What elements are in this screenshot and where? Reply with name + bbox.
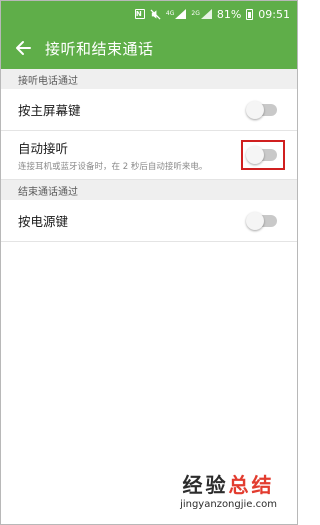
toggle-track — [246, 146, 277, 164]
setting-text: 自动接听 连接耳机或蓝牙设备时，在 2 秒后自动接听来电。 — [18, 138, 207, 172]
toggle-thumb — [246, 211, 264, 230]
watermark-logo: 经验总结 — [180, 469, 277, 498]
mute-icon — [150, 8, 161, 20]
setting-label-home-key: 按主屏幕键 — [18, 103, 81, 118]
auto-answer-toggle[interactable] — [241, 140, 285, 170]
status-bar: N 4G 2G 81% 09:51 — [1, 1, 297, 27]
arrow-left-icon — [16, 41, 31, 55]
setting-row-auto-answer[interactable]: 自动接听 连接耳机或蓝牙设备时，在 2 秒后自动接听来电。 — [1, 131, 297, 180]
signal-2g-icon: 2G — [191, 9, 212, 19]
setting-text: 按电源键 — [18, 211, 68, 230]
setting-label-auto-answer: 自动接听 — [18, 141, 69, 156]
nfc-icon: N — [134, 9, 145, 19]
toggle-track — [246, 100, 277, 119]
setting-row-power-key[interactable]: 按电源键 — [1, 200, 297, 242]
toggle-thumb — [246, 100, 264, 119]
section-header-answer: 接听电话通过 — [1, 69, 297, 89]
clock: 09:51 — [258, 7, 290, 21]
setting-text: 按主屏幕键 — [18, 100, 81, 119]
setting-label-power-key: 按电源键 — [18, 214, 69, 229]
home-key-toggle[interactable] — [246, 100, 280, 120]
toolbar: 接听和结束通话 — [1, 27, 297, 69]
watermark: 经验总结 jingyanzongjie.com — [180, 469, 277, 510]
toggle-track — [246, 211, 277, 230]
section-header-end: 结束通话通过 — [1, 180, 297, 200]
setting-subtitle-auto-answer: 连接耳机或蓝牙设备时，在 2 秒后自动接听来电。 — [18, 162, 208, 172]
network-4g-label: 4G — [165, 10, 175, 17]
watermark-url: jingyanzongjie.com — [180, 499, 277, 510]
watermark-text-1: 经验 — [182, 473, 229, 497]
page-title: 接听和结束通话 — [45, 39, 154, 58]
setting-row-home-key[interactable]: 按主屏幕键 — [1, 89, 297, 131]
network-2g-label: 2G — [191, 10, 200, 17]
battery-icon — [246, 8, 254, 20]
battery-percent: 81% — [216, 7, 242, 21]
signal-4g-icon: 4G — [165, 9, 187, 19]
back-button[interactable] — [11, 36, 35, 60]
power-key-toggle[interactable] — [246, 211, 280, 231]
watermark-text-2: 总结 — [228, 473, 275, 497]
toggle-thumb — [246, 146, 264, 164]
